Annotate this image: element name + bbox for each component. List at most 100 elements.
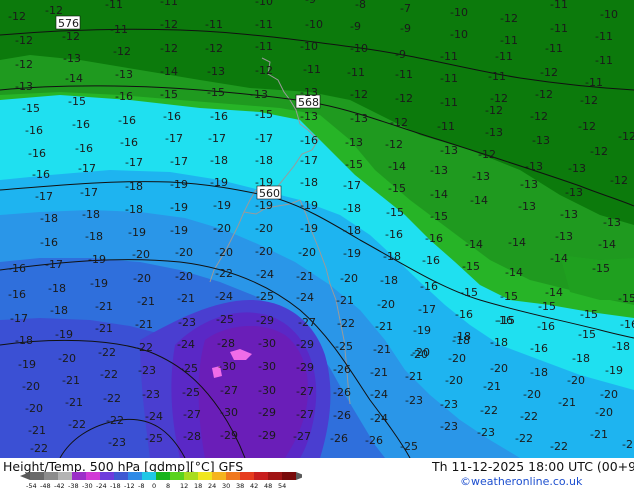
temperature-label: -28 [183, 430, 201, 443]
temperature-label: -16 [495, 314, 513, 327]
temperature-label: -15 [592, 262, 610, 275]
temperature-label: -18 [40, 212, 58, 225]
colorbar-swatch [44, 472, 58, 480]
temperature-label: -18 [50, 304, 68, 317]
temperature-label: -13 [472, 170, 490, 183]
temperature-label: -29 [296, 338, 314, 351]
temperature-label: -13 [440, 144, 458, 157]
temperature-label: -11 [550, 22, 568, 35]
temperature-label: -18 [490, 336, 508, 349]
temperature-label: -14 [65, 72, 83, 85]
temperature-label: -21 [28, 424, 46, 437]
temperature-label: -27 [296, 408, 314, 421]
temperature-label: -11 [550, 0, 568, 11]
colorbar-tick-label: 54 [278, 482, 286, 490]
temperature-label: -16 [8, 262, 26, 275]
temperature-label: -24 [370, 412, 388, 425]
temperature-label: -13 [555, 230, 573, 243]
temperature-label: -12 [385, 138, 403, 151]
temperature-label: -27 [293, 430, 311, 443]
temperature-label: -22 [550, 440, 568, 453]
temperature-label: -12 [530, 110, 548, 123]
temperature-label: -26 [333, 386, 351, 399]
temperature-label: -17 [165, 132, 183, 145]
colorbar-swatch [128, 472, 142, 480]
colorbar-tick-label: -18 [110, 482, 121, 490]
temperature-label: -16 [40, 236, 58, 249]
temperature-label: -25 [256, 290, 274, 303]
temperature-label: -18 [48, 282, 66, 295]
temperature-label: -18 [343, 224, 361, 237]
temperature-label: -22 [30, 442, 48, 455]
temperature-label: -23 [178, 316, 196, 329]
temperature-label: -24 [145, 410, 163, 423]
temperature-label: -13 [300, 86, 318, 99]
temperature-label: -29 [256, 314, 274, 327]
colorbar-swatch [100, 472, 114, 480]
temperature-label: -29 [296, 361, 314, 374]
temperature-label: -23 [108, 436, 126, 449]
temperature-label: -20 [567, 374, 585, 387]
temperature-label: -24 [370, 388, 388, 401]
temperature-label: -17 [10, 312, 28, 325]
colorbar-tick-label: 42 [250, 482, 258, 490]
temperature-label: -19 [170, 224, 188, 237]
colorbar-swatch [58, 472, 72, 480]
temperature-label: -20 [213, 222, 231, 235]
temperature-label: -20 [595, 406, 613, 419]
temperature-label: -14 [160, 65, 178, 78]
temperature-label: -19 [213, 199, 231, 212]
temperature-label: -19 [170, 178, 188, 191]
temperature-label: -12 [485, 104, 503, 117]
temperature-label: -22 [337, 317, 355, 330]
temperature-label: -15 [68, 95, 86, 108]
temperature-label: -19 [210, 176, 228, 189]
colorbar-swatch [156, 472, 170, 480]
temperature-label: -21 [65, 396, 83, 409]
temperature-label: -16 [118, 114, 136, 127]
colorbar-tick-label: -54 [26, 482, 37, 490]
temperature-label: -22 [215, 267, 233, 280]
temperature-label: -20 [377, 298, 395, 311]
temperature-label: -14 [465, 238, 483, 251]
temperature-label: -30 [258, 384, 276, 397]
temperature-label: -21 [296, 270, 314, 283]
temperature-label: -12 [478, 148, 496, 161]
temperature-label: -25 [400, 440, 418, 453]
temperature-label: -14 [505, 266, 523, 279]
temperature-label: -27 [183, 408, 201, 421]
temperature-label: -19 [300, 199, 318, 212]
temperature-label: -11 [440, 50, 458, 63]
colorbar-tick-label: -8 [138, 482, 144, 490]
temperature-label: -21 [375, 320, 393, 333]
temperature-label: -18 [343, 202, 361, 215]
temperature-label: -10 [600, 8, 618, 21]
colorbar-swatch [212, 472, 226, 480]
temperature-label: -21 [590, 428, 608, 441]
temperature-label: -18 [300, 176, 318, 189]
temperature-label: -22 [515, 432, 533, 445]
temperature-label: -12 [160, 18, 178, 31]
valid-time: Th 11-12-2025 18:00 UTC (00+90) [432, 459, 634, 474]
temperature-label: -16 [422, 254, 440, 267]
colorbar-tick-label: 18 [194, 482, 202, 490]
temperature-label: -19 [128, 226, 146, 239]
temperature-label: -11 [595, 54, 613, 67]
temperature-label: -21 [483, 380, 501, 393]
temperature-label: -17 [343, 179, 361, 192]
temperature-label: -16 [537, 320, 555, 333]
colorbar-swatch [240, 472, 254, 480]
temperature-label: -16 [115, 90, 133, 103]
temperature-label: -23 [440, 398, 458, 411]
temperature-label: -18 [15, 334, 33, 347]
temperature-label: -11 [255, 18, 273, 31]
temperature-label: -20 [410, 348, 428, 361]
colorbar-tick-label: -38 [68, 482, 79, 490]
temperature-label: -18 [125, 203, 143, 216]
colorbar-tick-label: 48 [264, 482, 272, 490]
temperature-label: -13 [603, 216, 621, 229]
temperature-label: -12 [580, 94, 598, 107]
temperature-label: -11 [395, 68, 413, 81]
temperature-label: -16 [75, 142, 93, 155]
temperature-label: -11 [437, 120, 455, 133]
